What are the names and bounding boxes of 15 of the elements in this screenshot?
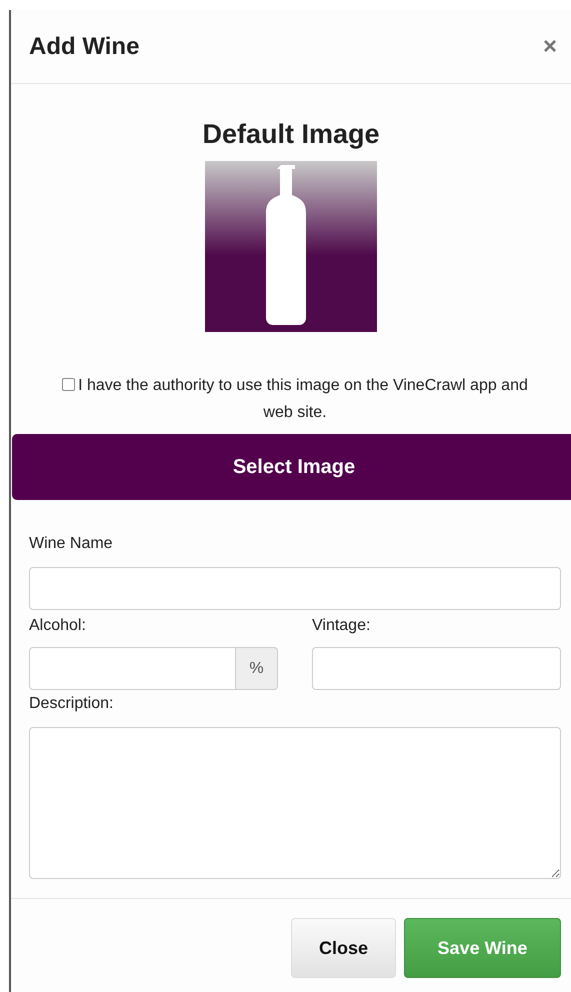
- field-label: Wine Name: [29, 534, 114, 554]
- select-image-button[interactable]: Select Image: [12, 434, 571, 500]
- close-button[interactable]: Close: [290, 918, 396, 978]
- description-field[interactable]: [29, 727, 561, 879]
- authority-checkbox[interactable]: [62, 378, 76, 391]
- percent-addon: %: [236, 647, 278, 690]
- image-heading: Default Image: [202, 118, 380, 150]
- authority-label: I have the authority to use this image on the VineCrawl app and web site.: [78, 377, 528, 421]
- alcohol-field[interactable]: [29, 647, 236, 690]
- field-label: Description:: [29, 694, 114, 714]
- modal-title: Add Wine: [29, 32, 140, 60]
- vintage-field[interactable]: [312, 647, 561, 690]
- field-label: Alcohol:: [29, 616, 87, 636]
- wine-name-field[interactable]: [29, 567, 561, 610]
- field-label: Vintage:: [312, 616, 372, 636]
